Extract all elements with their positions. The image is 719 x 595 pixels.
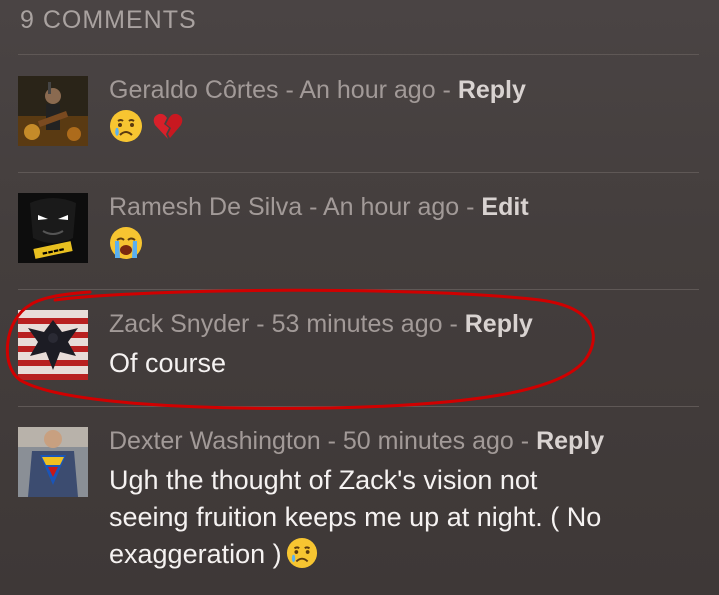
loudly-crying-face-icon [110, 227, 142, 259]
comments-count-header: 9 COMMENTS [20, 6, 197, 34]
avatar[interactable] [18, 427, 88, 497]
avatar[interactable] [18, 310, 88, 380]
comment-author[interactable]: Ramesh De Silva [109, 193, 302, 221]
comment-author[interactable]: Geraldo Côrtes [109, 76, 279, 104]
separator: - [513, 427, 537, 455]
separator: - [302, 193, 323, 221]
crying-face-icon [110, 110, 142, 142]
comment-time: An hour ago [299, 76, 436, 104]
divider [18, 172, 699, 173]
divider [18, 289, 699, 290]
reply-button[interactable]: Reply [458, 76, 526, 104]
separator: - [442, 310, 465, 338]
comment-text-line: exaggeration ) [109, 536, 709, 573]
comment-text: Of course [109, 348, 227, 378]
separator: - [278, 76, 300, 104]
reply-button[interactable]: Reply [536, 427, 604, 455]
comment-text-fragment: exaggeration ) [109, 539, 282, 569]
crying-face-icon [286, 537, 317, 569]
separator: - [435, 76, 458, 104]
comment-text-line: Ugh the thought of Zack's vision not [109, 465, 538, 495]
comment-time: 50 minutes ago [342, 427, 514, 455]
comment-time: An hour ago [322, 193, 460, 221]
comment-author[interactable]: Dexter Washington [109, 427, 321, 455]
avatar[interactable] [18, 76, 88, 146]
separator: - [459, 193, 482, 221]
separator: - [320, 427, 343, 455]
edit-button[interactable]: Edit [481, 193, 528, 221]
broken-heart-icon [154, 113, 183, 139]
avatar[interactable]: ▬▬▬▬ [18, 193, 88, 263]
reply-button[interactable]: Reply [465, 310, 533, 338]
comment-text-line: seeing fruition keeps me up at night. ( … [109, 502, 602, 532]
comment-author[interactable]: Zack Snyder [109, 310, 249, 338]
divider [18, 54, 699, 55]
separator: - [249, 310, 272, 338]
comment-time: 53 minutes ago [271, 310, 443, 338]
comment-text: Ugh the thought of Zack's vision not see… [109, 462, 709, 573]
divider [18, 406, 699, 407]
